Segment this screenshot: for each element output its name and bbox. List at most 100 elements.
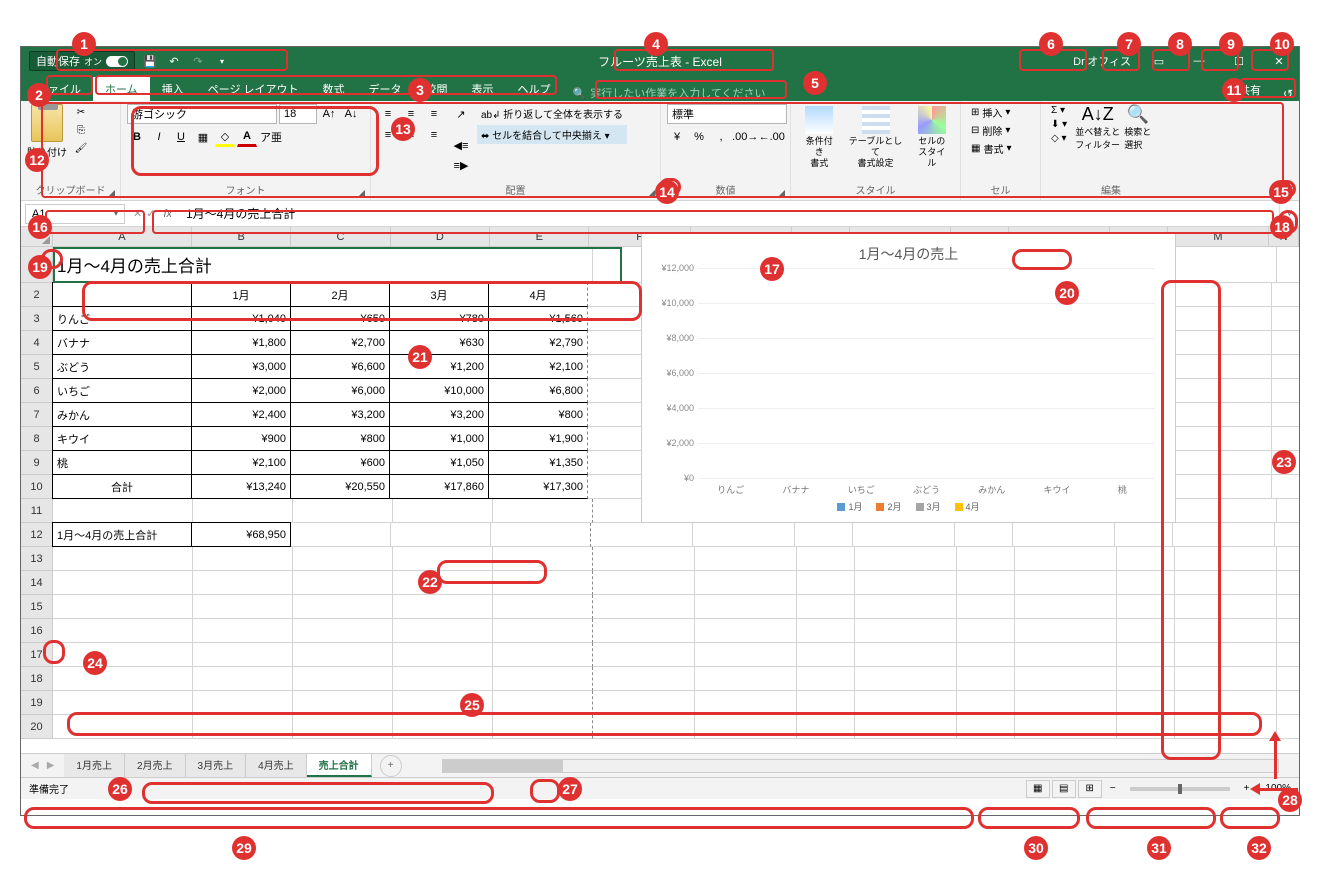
column-header[interactable]: A	[53, 227, 192, 246]
bold-button[interactable]: B	[127, 127, 147, 147]
ribbon-tab-3[interactable]: ページ レイアウト	[196, 77, 311, 101]
sheet-tab[interactable]: 1月売上	[64, 754, 125, 777]
history-icon[interactable]: ↺	[1283, 87, 1293, 101]
font-size-select[interactable]	[279, 104, 317, 124]
border-button[interactable]: ▦	[193, 127, 213, 147]
cell[interactable]	[797, 691, 855, 715]
underline-button[interactable]: U	[171, 127, 191, 147]
cell[interactable]	[193, 643, 293, 667]
cell[interactable]	[695, 547, 797, 571]
cell[interactable]: ¥1,200	[389, 354, 489, 379]
cell[interactable]: ¥600	[290, 450, 390, 475]
cell[interactable]: 3月	[389, 282, 489, 307]
row-header[interactable]: 4	[21, 331, 53, 355]
cell[interactable]	[293, 691, 393, 715]
cell[interactable]	[1117, 691, 1175, 715]
cell[interactable]: 4月	[488, 282, 588, 307]
comma-format-icon[interactable]: ,	[711, 127, 731, 147]
align-right-icon[interactable]: ≡	[423, 125, 445, 145]
cell[interactable]: ¥6,600	[290, 354, 390, 379]
ribbon-tab-5[interactable]: データ	[357, 77, 414, 101]
cell[interactable]	[293, 619, 393, 643]
cell[interactable]	[1272, 355, 1299, 379]
cell[interactable]: バナナ	[52, 330, 192, 355]
cell[interactable]: ¥1,000	[389, 426, 489, 451]
legend-item[interactable]: 2月	[876, 500, 901, 513]
legend-item[interactable]: 3月	[916, 500, 941, 513]
row-header[interactable]: 13	[21, 547, 53, 571]
row-header[interactable]: 11	[21, 499, 53, 523]
cell[interactable]	[53, 643, 193, 667]
cell[interactable]	[1277, 619, 1299, 643]
cell[interactable]	[593, 571, 695, 595]
legend-item[interactable]: 1月	[837, 500, 862, 513]
row-header[interactable]: 8	[21, 427, 53, 451]
cell[interactable]	[855, 691, 957, 715]
cell[interactable]	[1117, 715, 1175, 739]
cell[interactable]	[853, 523, 955, 547]
cell[interactable]	[957, 715, 1015, 739]
ribbon-tab-4[interactable]: 数式	[311, 77, 357, 101]
cell[interactable]	[393, 643, 493, 667]
row-header[interactable]: 14	[21, 571, 53, 595]
cell[interactable]	[1115, 523, 1173, 547]
cell[interactable]	[493, 643, 593, 667]
column-header[interactable]: B	[192, 227, 291, 246]
cell[interactable]	[53, 595, 193, 619]
cell[interactable]	[1170, 379, 1272, 403]
number-format-select[interactable]	[667, 104, 787, 124]
cell[interactable]: キウイ	[52, 426, 192, 451]
cell[interactable]: ¥6,800	[488, 378, 588, 403]
row-header[interactable]: 10	[21, 475, 53, 499]
cell[interactable]: ¥1,800	[191, 330, 291, 355]
copy-icon[interactable]: ⎘	[71, 122, 91, 138]
cell[interactable]	[1175, 595, 1277, 619]
cell[interactable]	[193, 691, 293, 715]
cell[interactable]	[1117, 619, 1175, 643]
cell[interactable]	[855, 547, 957, 571]
cell[interactable]	[1277, 499, 1299, 523]
zoom-out-button[interactable]: −	[1104, 783, 1122, 794]
add-sheet-button[interactable]: +	[380, 755, 402, 777]
cell[interactable]	[193, 595, 293, 619]
cell[interactable]: 桃	[52, 450, 192, 475]
cell[interactable]	[591, 523, 693, 547]
cell[interactable]	[53, 571, 193, 595]
cell[interactable]	[1272, 379, 1299, 403]
insert-cells-button[interactable]: ⊞ 挿入 ▾	[967, 104, 1034, 121]
align-bottom-icon[interactable]: ≡	[423, 104, 445, 124]
formula-input[interactable]: 1月～4月の売上合計	[180, 205, 1279, 222]
phonetic-button[interactable]: ア亜	[259, 127, 283, 147]
cell[interactable]	[393, 547, 493, 571]
cell[interactable]	[393, 571, 493, 595]
italic-button[interactable]: I	[149, 127, 169, 147]
format-as-table-button[interactable]: テーブルとして 書式設定	[841, 104, 909, 170]
cell[interactable]	[293, 571, 393, 595]
row-header[interactable]: 17	[21, 643, 53, 667]
cell[interactable]: ¥68,950	[191, 522, 291, 547]
cell[interactable]	[957, 595, 1015, 619]
cell[interactable]	[1117, 571, 1175, 595]
cell[interactable]	[957, 667, 1015, 691]
cell[interactable]	[193, 715, 293, 739]
zoom-slider[interactable]	[1130, 787, 1230, 791]
cell[interactable]: みかん	[52, 402, 192, 427]
cell[interactable]	[1015, 691, 1117, 715]
row-header[interactable]: 16	[21, 619, 53, 643]
cell[interactable]	[957, 547, 1015, 571]
cell[interactable]	[1015, 619, 1117, 643]
cell[interactable]	[855, 619, 957, 643]
cell[interactable]	[693, 523, 795, 547]
cell[interactable]	[855, 643, 957, 667]
cell[interactable]	[1175, 619, 1277, 643]
orientation-icon[interactable]: ↗	[451, 104, 471, 124]
cell[interactable]	[1117, 667, 1175, 691]
cell[interactable]	[593, 595, 695, 619]
cell[interactable]: ¥900	[191, 426, 291, 451]
cell[interactable]	[855, 571, 957, 595]
cell[interactable]: ¥800	[488, 402, 588, 427]
cell[interactable]: ¥650	[290, 306, 390, 331]
cell[interactable]: ¥3,200	[389, 402, 489, 427]
cell[interactable]	[493, 571, 593, 595]
font-name-select[interactable]	[127, 104, 277, 124]
